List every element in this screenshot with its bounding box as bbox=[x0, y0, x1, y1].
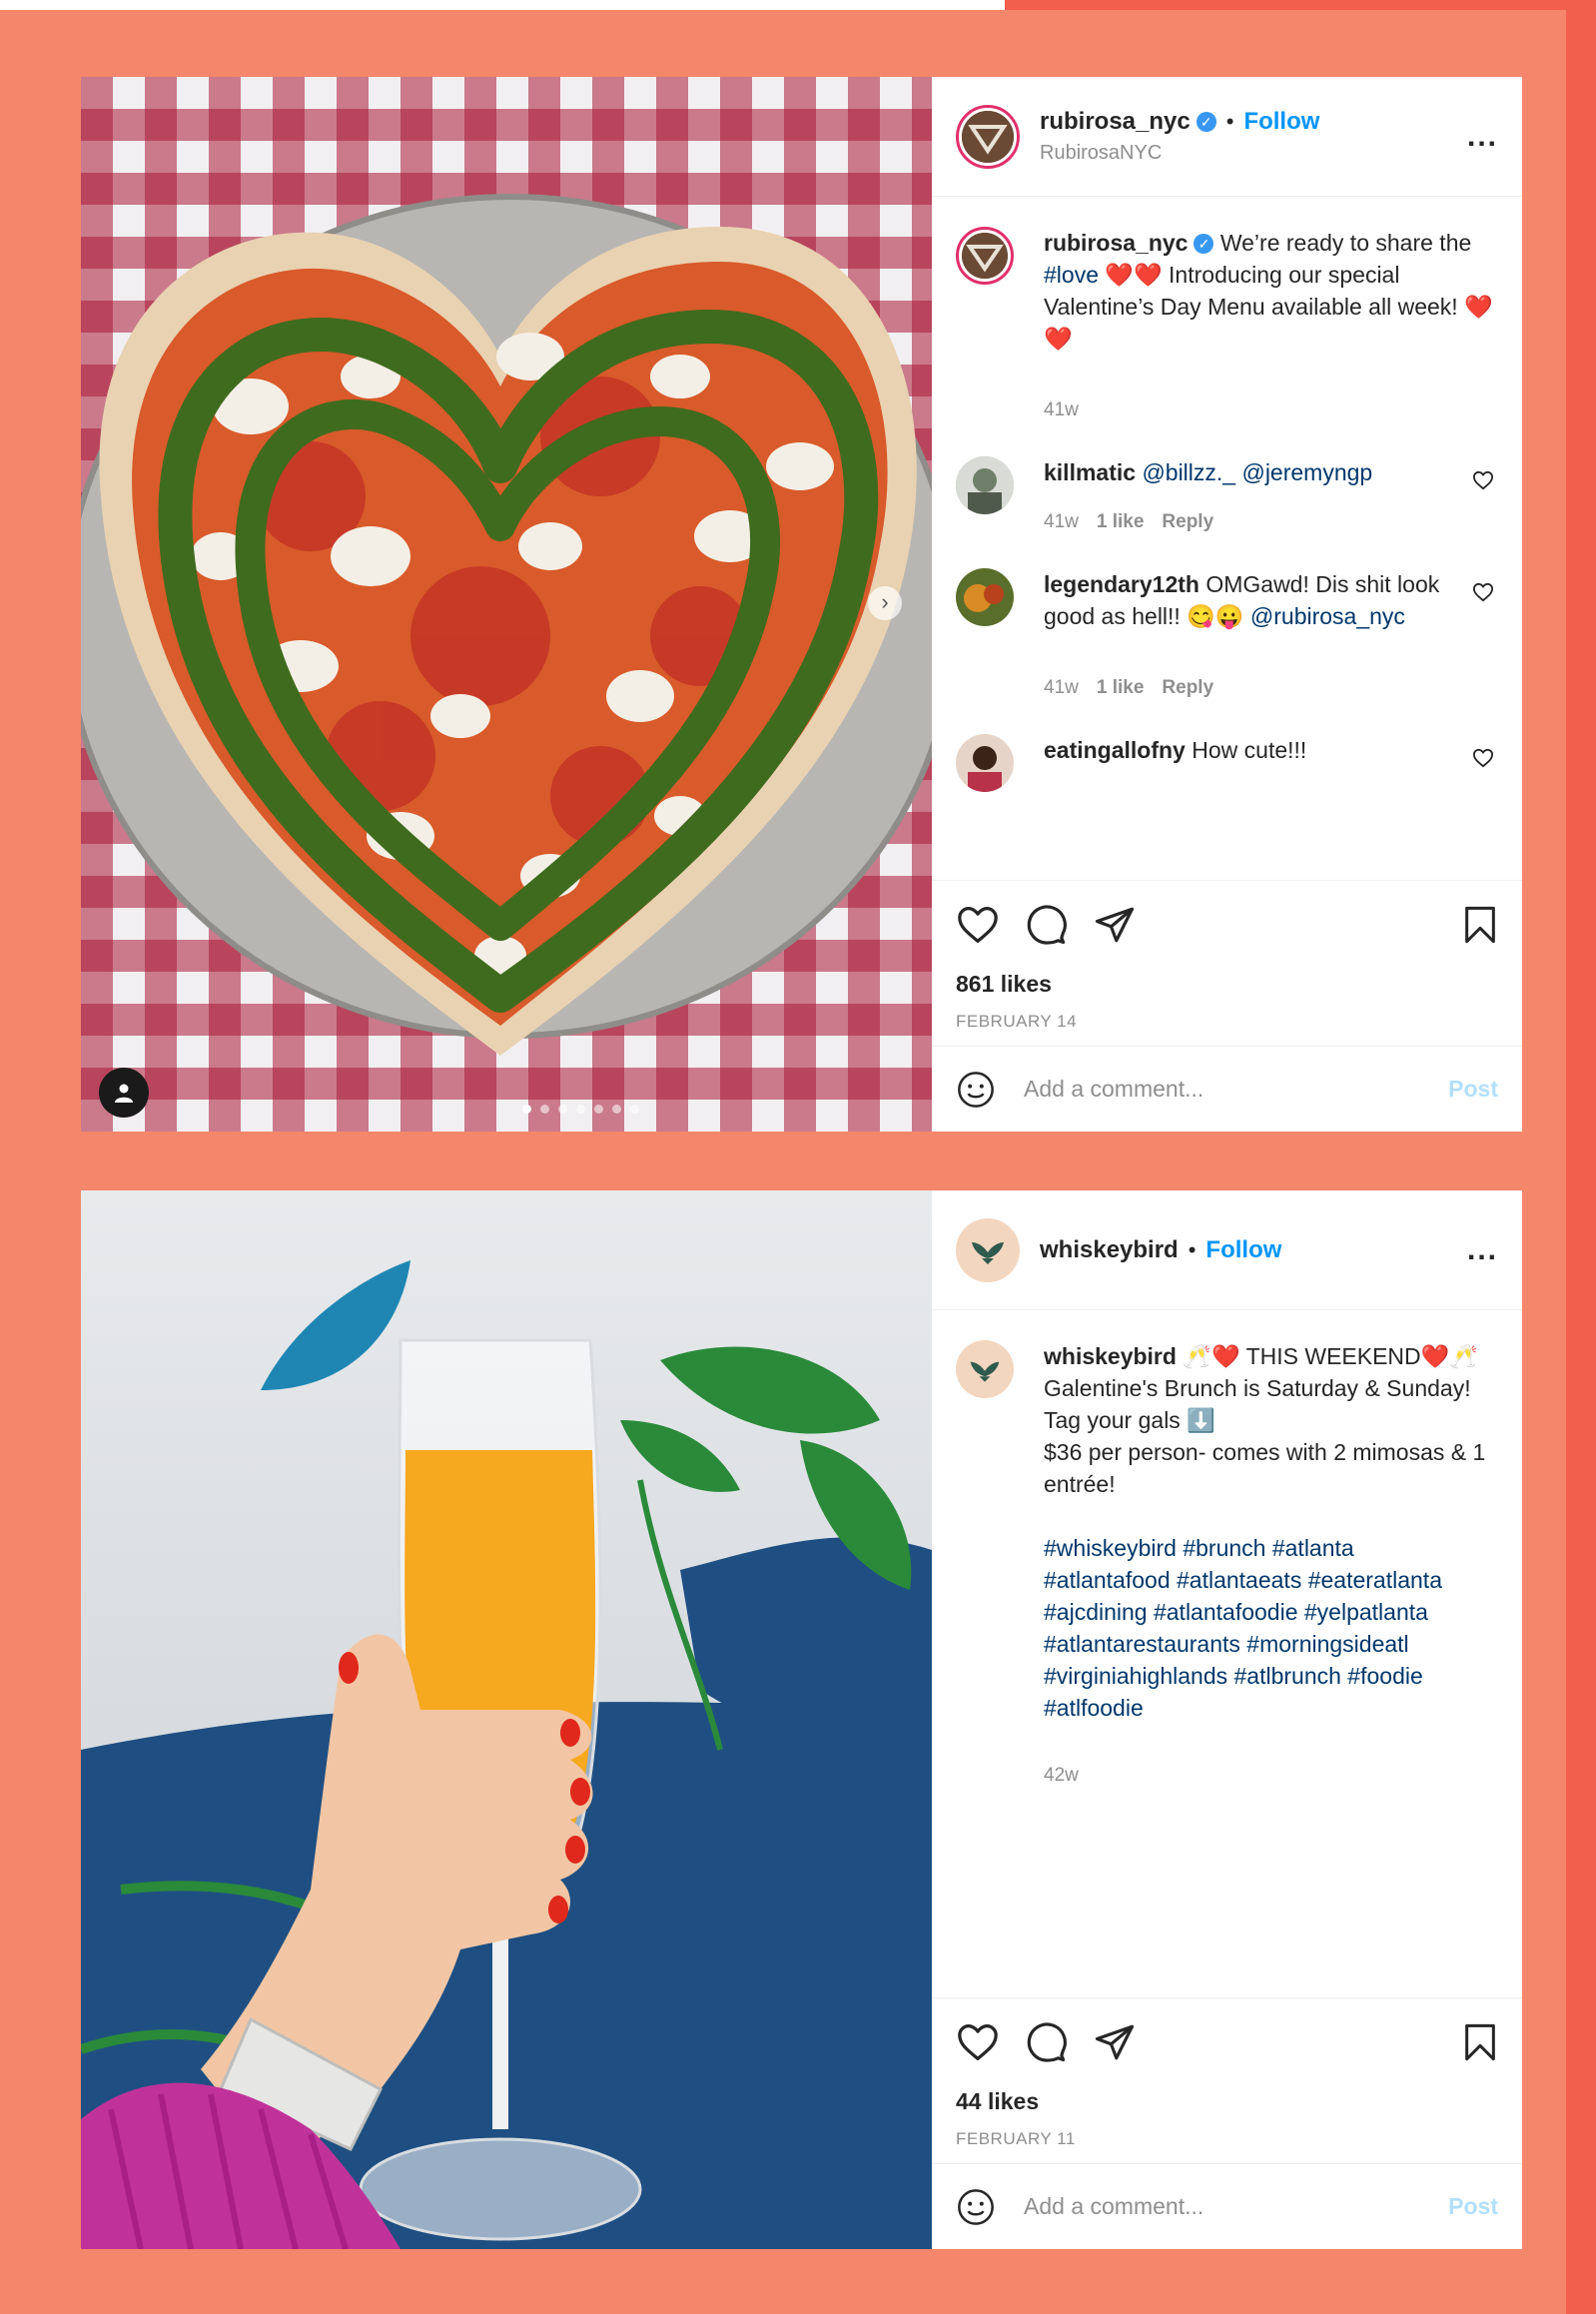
carousel-dot-6 bbox=[612, 1105, 621, 1114]
add-comment-bar: Add a comment... Post bbox=[932, 1046, 1522, 1132]
like-heart-icon[interactable] bbox=[956, 2022, 1000, 2062]
avatar[interactable] bbox=[956, 568, 1014, 626]
whiskeybird-logo-icon bbox=[972, 1241, 1004, 1264]
reply-button[interactable]: Reply bbox=[1162, 677, 1213, 698]
comment-likes[interactable]: 1 like bbox=[1097, 677, 1145, 698]
comments-list[interactable]: whiskeybird 🥂❤️ THIS WEEKEND❤️🥂 Galentin… bbox=[932, 1310, 1522, 1997]
verified-badge-icon: ✓ bbox=[1196, 112, 1216, 132]
carousel-dot-1 bbox=[522, 1105, 531, 1114]
separator-dot: • bbox=[1225, 109, 1234, 134]
post-header: whiskeybird • Follow ... bbox=[932, 1190, 1522, 1310]
comment-likes[interactable]: 1 like bbox=[1097, 511, 1145, 532]
mimosa-illustration bbox=[81, 1260, 932, 2249]
carousel-dot-3 bbox=[558, 1105, 567, 1114]
carousel-dot-5 bbox=[594, 1105, 603, 1114]
like-comment-heart-icon[interactable] bbox=[1472, 582, 1494, 602]
right-edge-stripe bbox=[1566, 0, 1596, 2314]
timestamp[interactable]: 41w bbox=[1044, 399, 1079, 420]
caption-text: We’re ready to share the bbox=[1219, 230, 1472, 256]
caption-username[interactable]: rubirosa_nyc bbox=[1044, 230, 1188, 256]
instagram-post-rubirosa: › rubirosa_nyc ✓ • Follow RubirosaNYC ..… bbox=[81, 77, 1522, 1132]
comment-username[interactable]: eatingallofny bbox=[1044, 737, 1186, 763]
comment-username[interactable]: legendary12th bbox=[1044, 571, 1199, 597]
like-comment-heart-icon[interactable] bbox=[1472, 470, 1494, 490]
caption: whiskeybird 🥂❤️ THIS WEEKEND❤️🥂 Galentin… bbox=[956, 1340, 1498, 1792]
action-bar: 44 likes FEBRUARY 11 bbox=[932, 1997, 1522, 2163]
comment-item: eatingallofny How cute!!! bbox=[956, 734, 1498, 792]
comments-list[interactable]: rubirosa_nyc ✓ We’re ready to share the #… bbox=[932, 197, 1522, 880]
post-date[interactable]: FEBRUARY 14 bbox=[956, 1012, 1498, 1032]
top-white-strip bbox=[0, 0, 1005, 10]
post-image-mimosa[interactable] bbox=[81, 1190, 932, 2249]
add-comment-input[interactable]: Add a comment... bbox=[1024, 2193, 1448, 2220]
caption: rubirosa_nyc ✓ We’re ready to share the #… bbox=[956, 227, 1498, 426]
follow-button[interactable]: Follow bbox=[1243, 108, 1319, 135]
like-comment-heart-icon[interactable] bbox=[1472, 748, 1494, 768]
post-sidebar: rubirosa_nyc ✓ • Follow RubirosaNYC ... rub… bbox=[932, 77, 1522, 1132]
avatar[interactable] bbox=[956, 1217, 1020, 1282]
verified-badge-icon: ✓ bbox=[1194, 234, 1214, 254]
pizza-illustration bbox=[81, 194, 932, 1056]
comment-item: legendary12th OMGawd! Dis shit look good… bbox=[956, 568, 1498, 704]
more-options-icon[interactable]: ... bbox=[1467, 1233, 1498, 1267]
likes-count[interactable]: 44 likes bbox=[956, 2088, 1498, 2115]
avatar[interactable] bbox=[956, 1340, 1014, 1398]
post-comment-button[interactable]: Post bbox=[1448, 1076, 1498, 1103]
instagram-post-whiskeybird: whiskeybird • Follow ... whiskeybird 🥂❤️ T… bbox=[81, 1190, 1522, 2249]
separator-dot: • bbox=[1188, 1236, 1197, 1262]
username-link[interactable]: whiskeybird bbox=[1040, 1236, 1179, 1263]
comment-time[interactable]: 41w bbox=[1044, 511, 1079, 532]
caption-hashtags[interactable]: #whiskeybird #brunch #atlanta #atlantafo… bbox=[1044, 1532, 1498, 1724]
username-link[interactable]: rubirosa_nyc bbox=[1040, 108, 1191, 135]
avatar[interactable] bbox=[956, 456, 1014, 514]
carousel-next-icon[interactable]: › bbox=[868, 586, 902, 620]
post-header: rubirosa_nyc ✓ • Follow RubirosaNYC ... bbox=[932, 77, 1522, 197]
post-date[interactable]: FEBRUARY 11 bbox=[956, 2129, 1498, 2149]
reply-button[interactable]: Reply bbox=[1162, 511, 1213, 532]
emoji-icon[interactable] bbox=[956, 2187, 996, 2227]
caption-text-2: ❤️❤️ Introducing our special Valentine’s… bbox=[1044, 262, 1493, 352]
comment-text: How cute!!! bbox=[1192, 737, 1307, 763]
save-bookmark-icon[interactable] bbox=[1462, 905, 1498, 945]
comment-item: killmatic @billzz._ @jeremyngp 41w 1 like… bbox=[956, 456, 1498, 538]
comment-bubble-icon[interactable] bbox=[1026, 2021, 1068, 2063]
share-send-icon[interactable] bbox=[1094, 2022, 1136, 2062]
caption-username[interactable]: whiskeybird bbox=[1044, 1343, 1177, 1369]
emoji-icon[interactable] bbox=[956, 1070, 996, 1110]
post-sidebar: whiskeybird • Follow ... whiskeybird 🥂❤️ T… bbox=[932, 1190, 1522, 2249]
add-comment-input[interactable]: Add a comment... bbox=[1024, 1076, 1448, 1103]
post-comment-button[interactable]: Post bbox=[1448, 2193, 1498, 2220]
comment-username[interactable]: killmatic bbox=[1044, 459, 1136, 485]
comment-mention[interactable]: @rubirosa_nyc bbox=[1250, 603, 1405, 629]
follow-button[interactable]: Follow bbox=[1205, 1236, 1281, 1263]
action-bar: 861 likes FEBRUARY 14 bbox=[932, 880, 1522, 1046]
timestamp[interactable]: 42w bbox=[1044, 1765, 1079, 1786]
avatar[interactable] bbox=[956, 227, 1014, 285]
avatar[interactable] bbox=[956, 104, 1020, 169]
hashtag-link[interactable]: #love bbox=[1044, 262, 1099, 288]
comment-mention[interactable]: @billzz._ @jeremyngp bbox=[1142, 459, 1372, 485]
share-send-icon[interactable] bbox=[1094, 905, 1136, 945]
likes-count[interactable]: 861 likes bbox=[956, 971, 1498, 998]
more-options-icon[interactable]: ... bbox=[1467, 120, 1498, 154]
comment-time[interactable]: 41w bbox=[1044, 677, 1079, 698]
carousel-dot-4 bbox=[576, 1105, 585, 1114]
like-heart-icon[interactable] bbox=[956, 905, 1000, 945]
location-link[interactable]: RubirosaNYC bbox=[1040, 142, 1467, 165]
carousel-dot-2 bbox=[540, 1105, 549, 1114]
avatar[interactable] bbox=[956, 734, 1014, 792]
comment-bubble-icon[interactable] bbox=[1026, 904, 1068, 946]
save-bookmark-icon[interactable] bbox=[1462, 2022, 1498, 2062]
tagged-users-icon[interactable] bbox=[99, 1068, 149, 1118]
add-comment-bar: Add a comment... Post bbox=[932, 2163, 1522, 2249]
carousel-dot-7 bbox=[630, 1105, 639, 1114]
top-red-strip bbox=[1005, 0, 1566, 10]
whiskeybird-logo-icon bbox=[970, 1361, 1000, 1382]
carousel-dots bbox=[522, 1105, 648, 1114]
post-image-heart-pizza[interactable]: › bbox=[81, 77, 932, 1132]
